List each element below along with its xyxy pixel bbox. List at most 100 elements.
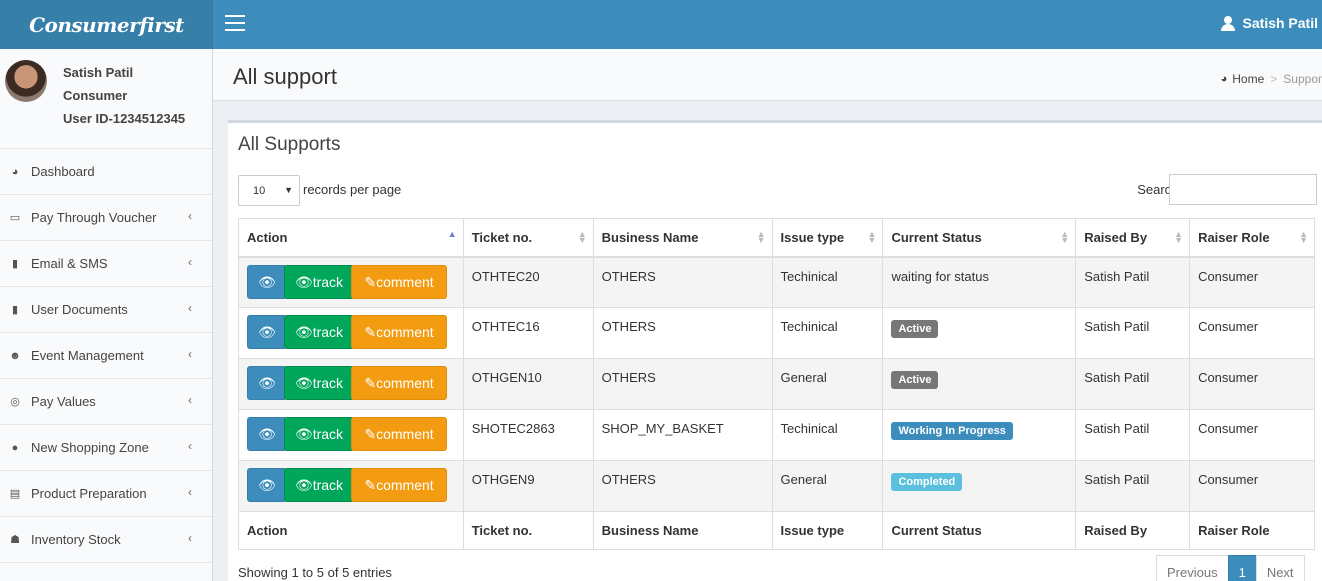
track-button[interactable]: 👁track xyxy=(284,264,354,299)
sidebar-menu: ◕ Dashboard ▭ Pay Through Voucher ‹ ▮ Email & … xyxy=(0,149,212,563)
column-footer-role: Raiser Role xyxy=(1189,511,1315,550)
records-per-page-select[interactable]: 10 ▼ xyxy=(238,175,300,206)
comment-button-label: comment xyxy=(376,426,434,442)
sidebar-item-label: User Documents xyxy=(31,302,128,317)
issue-type-cell: Techinical xyxy=(771,256,884,308)
column-header-role[interactable]: Raiser Role ▲ ▼ xyxy=(1189,218,1315,258)
issue-type-cell: General xyxy=(771,460,884,512)
column-header-action[interactable]: Action ▲ xyxy=(238,218,464,258)
track-button[interactable]: 👁track xyxy=(284,366,354,400)
track-button-label: track xyxy=(312,324,344,340)
status-badge: Active xyxy=(891,320,939,338)
ticket-cell: OTHTEC20 xyxy=(462,256,594,308)
previous-page-button[interactable]: Previous xyxy=(1156,555,1229,581)
action-cell: 👁 👁track ✎comment xyxy=(238,358,464,410)
ticket-cell: OTHTEC16 xyxy=(462,307,594,359)
view-button[interactable]: 👁 xyxy=(247,366,287,400)
view-button[interactable]: 👁 xyxy=(247,315,287,349)
sidebar-item-2[interactable]: ▮ Email & SMS ‹ xyxy=(0,241,212,287)
sort-icon: ▲ ▼ xyxy=(1174,229,1184,245)
supports-table: Action ▲ Ticket no. ▲ ▼ Business Name ▲ ▼ Issue … xyxy=(238,218,1315,550)
view-button[interactable]: 👁 xyxy=(247,417,287,451)
status-badge: Completed xyxy=(891,473,963,491)
sidebar-item-6[interactable]: ● New Shopping Zone ‹ xyxy=(0,425,212,471)
column-footer-issue: Issue type xyxy=(771,511,884,550)
table-info: Showing 1 to 5 of 5 entries xyxy=(238,565,392,580)
user-icon xyxy=(1220,15,1235,31)
records-per-page-value: 10 xyxy=(253,185,266,197)
action-cell: 👁 👁track ✎comment xyxy=(238,460,464,512)
comment-button-label: comment xyxy=(376,375,434,391)
app-logo[interactable]: Consumerfirst xyxy=(0,0,213,49)
column-footer-business: Business Name xyxy=(592,511,773,550)
comment-button[interactable]: ✎comment xyxy=(351,468,447,502)
sidebar-item-8[interactable]: ☗ Inventory Stock ‹ xyxy=(0,517,212,563)
track-button-label: track xyxy=(312,426,344,442)
column-header-status[interactable]: Current Status ▲ ▼ xyxy=(882,218,1077,258)
search-input[interactable] xyxy=(1169,174,1317,205)
eye-icon: 👁 xyxy=(294,324,313,340)
sidebar-toggle-icon[interactable] xyxy=(225,15,245,33)
top-navbar: Satish Patil xyxy=(213,0,1322,49)
ticket-cell: OTHGEN10 xyxy=(462,358,594,410)
column-header-issue[interactable]: Issue type ▲ ▼ xyxy=(771,218,884,258)
sidebar-item-label: Pay Values xyxy=(31,394,96,409)
user-icon: ☗ xyxy=(10,534,20,546)
avatar xyxy=(5,60,47,102)
raiser-role-cell: Consumer xyxy=(1189,460,1315,512)
sidebar-item-5[interactable]: ◎ Pay Values ‹ xyxy=(0,379,212,425)
raised-by-cell: Satish Patil xyxy=(1075,409,1191,461)
column-header-ticket[interactable]: Ticket no. ▲ ▼ xyxy=(462,218,594,258)
comment-button[interactable]: ✎comment xyxy=(351,315,447,349)
raised-by-cell: Satish Patil xyxy=(1075,460,1191,512)
comment-button[interactable]: ✎comment xyxy=(351,264,447,299)
view-button[interactable]: 👁 xyxy=(247,468,287,502)
track-button[interactable]: 👁track xyxy=(284,417,354,451)
supports-box: All Supports 10 ▼ records per page Searc… xyxy=(228,120,1322,581)
raised-by-cell: Satish Patil xyxy=(1075,358,1191,410)
sidebar-item-3[interactable]: ▮ User Documents ‹ xyxy=(0,287,212,333)
dashboard-icon: ◕ xyxy=(11,165,19,178)
chevron-left-icon: ‹ xyxy=(188,347,192,361)
column-header-label: Raised By xyxy=(1084,230,1148,245)
sidebar-item-7[interactable]: ▤ Product Preparation ‹ xyxy=(0,471,212,517)
edit-icon: ✎ xyxy=(364,375,377,391)
table-row: 👁 👁track ✎comment OTHGEN9 OTHERS General Compl… xyxy=(238,460,1315,512)
edit-icon: ✎ xyxy=(364,324,377,340)
column-header-label: Current Status xyxy=(891,230,982,245)
comment-button[interactable]: ✎comment xyxy=(351,417,447,451)
page-1-button[interactable]: 1 xyxy=(1227,555,1257,581)
track-button[interactable]: 👁track xyxy=(284,315,354,349)
eye-icon: 👁 xyxy=(258,477,276,493)
comment-button-label: comment xyxy=(376,477,434,493)
sidebar-item-label: Event Management xyxy=(31,348,144,363)
user-menu[interactable]: Satish Patil xyxy=(1220,15,1318,31)
sidebar-item-label: Email & SMS xyxy=(31,256,108,271)
comment-button-label: comment xyxy=(376,273,434,290)
table-footer-row: Action Ticket no. Business Name Issue type C… xyxy=(238,511,1315,550)
next-page-button[interactable]: Next xyxy=(1255,555,1305,581)
globe-icon: ● xyxy=(11,441,19,454)
table-row: 👁 👁track ✎comment OTHTEC20 OTHERS Techinical w… xyxy=(238,256,1315,308)
comment-button-label: comment xyxy=(376,324,434,340)
eye-icon: 👁 xyxy=(258,375,276,391)
caret-down-icon: ▼ xyxy=(284,185,293,195)
chevron-left-icon: ‹ xyxy=(188,485,192,499)
view-button[interactable]: 👁 xyxy=(247,264,287,299)
table-header-row: Action ▲ Ticket no. ▲ ▼ Business Name ▲ ▼ Issue … xyxy=(238,218,1315,258)
eye-icon: 👁 xyxy=(258,324,276,340)
track-button[interactable]: 👁track xyxy=(284,468,354,502)
status-text: waiting for status xyxy=(891,268,989,284)
breadcrumb-separator: > xyxy=(1270,72,1278,86)
table-row: 👁 👁track ✎comment SHOTEC2863 SHOP_MY_BASKET T… xyxy=(238,409,1315,461)
sidebar-item-4[interactable]: ☻ Event Management ‹ xyxy=(0,333,212,379)
users-icon: ☻ xyxy=(9,349,21,362)
status-badge: Active xyxy=(891,371,939,389)
breadcrumb-home[interactable]: Home xyxy=(1232,72,1264,86)
comment-button[interactable]: ✎comment xyxy=(351,366,447,400)
column-header-raised-by[interactable]: Raised By ▲ ▼ xyxy=(1075,218,1191,258)
action-cell: 👁 👁track ✎comment xyxy=(238,409,464,461)
column-header-business[interactable]: Business Name ▲ ▼ xyxy=(592,218,773,258)
sidebar-item-1[interactable]: ▭ Pay Through Voucher ‹ xyxy=(0,195,212,241)
sidebar-item-0[interactable]: ◕ Dashboard xyxy=(0,149,212,195)
